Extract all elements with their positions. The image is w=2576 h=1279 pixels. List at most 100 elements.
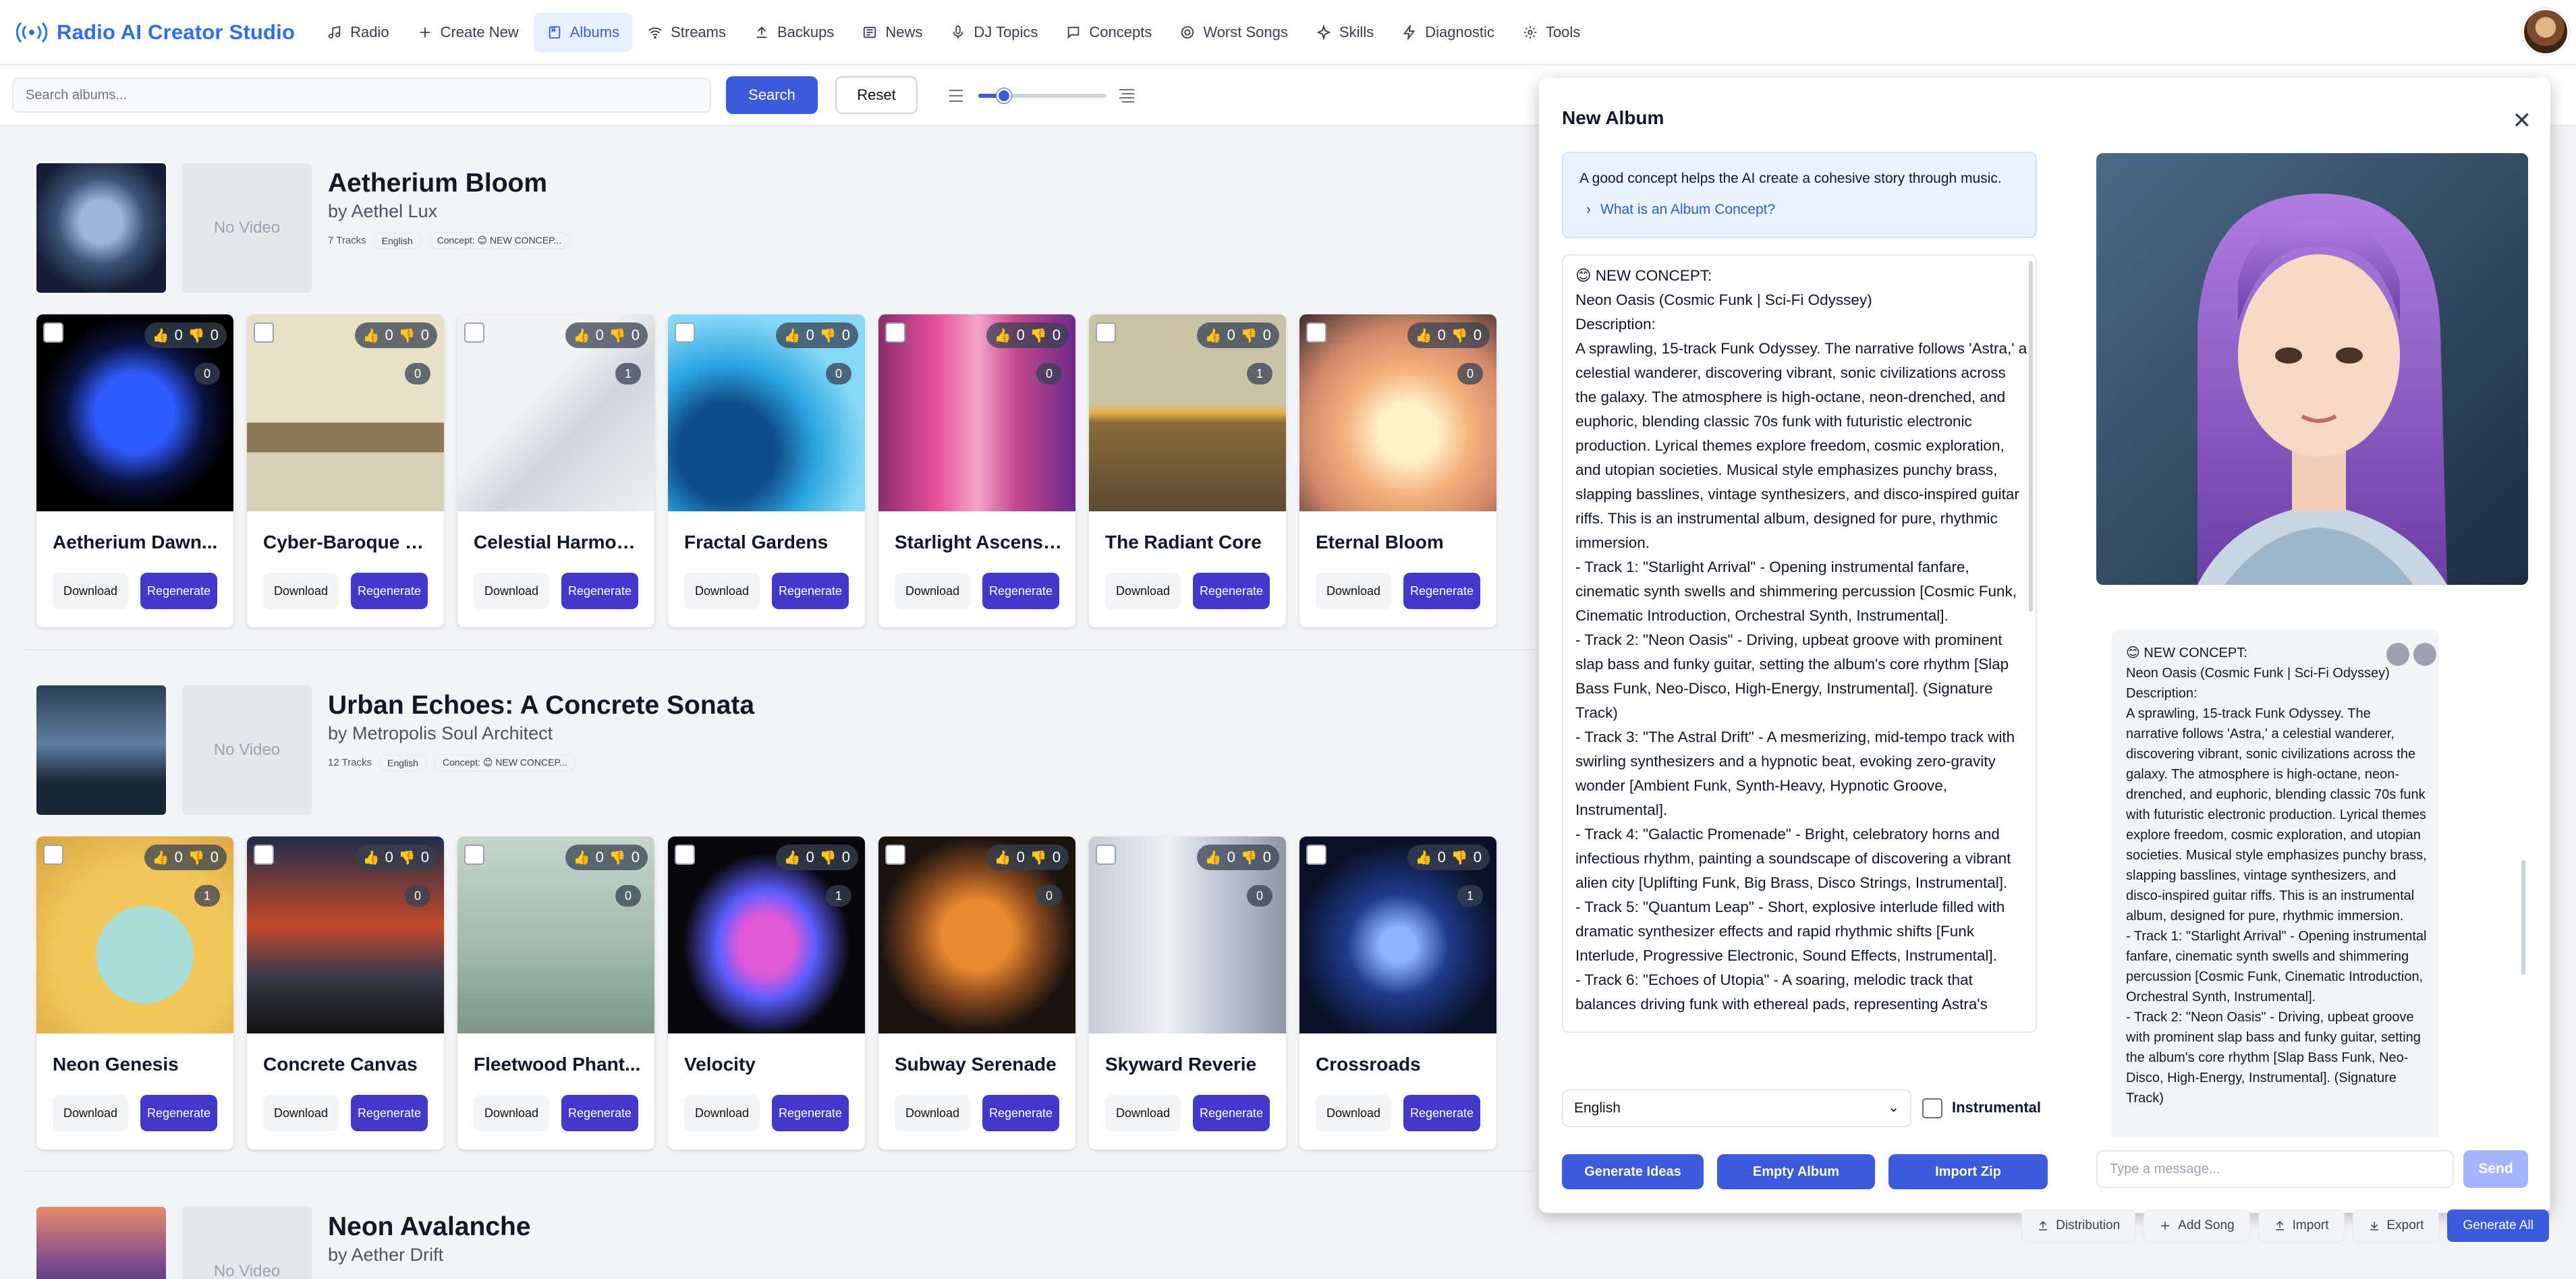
download-button[interactable]: Download: [1105, 1095, 1181, 1131]
track-card[interactable]: 👍 0 👎 0 1 The Radiant Core Download Regenerate: [1089, 314, 1286, 627]
export-button[interactable]: Export: [2352, 1210, 2440, 1242]
thumbs-down-icon[interactable]: 👎: [1241, 327, 1258, 344]
download-button[interactable]: Download: [53, 1095, 128, 1131]
album-cover[interactable]: [36, 1207, 166, 1279]
download-button[interactable]: Download: [1316, 1095, 1391, 1131]
download-button[interactable]: Download: [263, 573, 339, 609]
track-card[interactable]: 👍 0 👎 0 1 Velocity Download Regenerate: [668, 836, 865, 1149]
thumbs-down-icon[interactable]: 👎: [1451, 327, 1468, 344]
thumbs-up-icon[interactable]: 👍: [1205, 849, 1222, 866]
nav-item-backups[interactable]: Backups: [741, 13, 847, 52]
track-card[interactable]: 👍 0 👎 0 0 Starlight Ascension Download Regenera…: [878, 314, 1075, 627]
download-button[interactable]: Download: [684, 1095, 760, 1131]
track-select-checkbox[interactable]: [1096, 322, 1116, 343]
thumbs-up-icon[interactable]: 👍: [784, 849, 801, 866]
copy-icon[interactable]: [2386, 643, 2409, 666]
regenerate-button[interactable]: Regenerate: [1193, 1095, 1270, 1131]
generate-ideas-button[interactable]: Generate Ideas: [1562, 1154, 1704, 1189]
album-title[interactable]: Neon Avalanche: [328, 1212, 531, 1242]
avatar[interactable]: [2522, 8, 2569, 55]
chat-input[interactable]: Type a message...: [2096, 1150, 2454, 1188]
track-card[interactable]: 👍 0 👎 0 1 Celestial Harmonia Download Regenerat…: [457, 314, 654, 627]
track-select-checkbox[interactable]: [675, 845, 695, 865]
thumbs-down-icon[interactable]: 👎: [188, 849, 205, 866]
empty-album-button[interactable]: Empty Album: [1717, 1154, 1875, 1189]
concept-help-link[interactable]: › What is an Album Concept?: [1586, 202, 1775, 218]
download-button[interactable]: Download: [474, 573, 549, 609]
track-card[interactable]: 👍 0 👎 0 0 Fractal Gardens Download Regenerate: [668, 314, 865, 627]
thumbs-up-icon[interactable]: 👍: [995, 327, 1011, 344]
thumbs-up-icon[interactable]: 👍: [573, 327, 590, 344]
search-button[interactable]: Search: [726, 76, 818, 114]
regenerate-button[interactable]: Regenerate: [140, 1095, 217, 1131]
thumbs-down-icon[interactable]: 👎: [399, 849, 416, 866]
track-card[interactable]: 👍 0 👎 0 0 Aetherium Dawn... Download Regenerate: [36, 314, 233, 627]
send-button[interactable]: Send: [2463, 1150, 2528, 1188]
thumbs-up-icon[interactable]: 👍: [1416, 327, 1432, 344]
add-song-button[interactable]: Add Song: [2144, 1210, 2250, 1242]
nav-item-dj-topics[interactable]: DJ Topics: [937, 13, 1051, 52]
instrumental-checkbox[interactable]: [1922, 1098, 1942, 1118]
track-card[interactable]: 👍 0 👎 0 0 Subway Serenade Download Regenerate: [878, 836, 1075, 1149]
brand[interactable]: Radio AI Creator Studio: [16, 20, 295, 45]
nav-item-worst-songs[interactable]: Worst Songs: [1167, 13, 1301, 52]
download-button[interactable]: Download: [53, 573, 128, 609]
track-select-checkbox[interactable]: [43, 322, 63, 343]
download-button[interactable]: Download: [1316, 573, 1391, 609]
nav-item-concepts[interactable]: Concepts: [1053, 13, 1165, 52]
generate-all-button[interactable]: Generate All: [2447, 1210, 2549, 1242]
thumbs-down-icon[interactable]: 👎: [820, 849, 837, 866]
nav-item-diagnostic[interactable]: Diagnostic: [1389, 13, 1508, 52]
track-card[interactable]: 👍 0 👎 0 0 Concrete Canvas Download Regenerate: [247, 836, 444, 1149]
reset-button[interactable]: Reset: [835, 76, 918, 114]
album-title[interactable]: Urban Echoes: A Concrete Sonata: [328, 691, 754, 720]
distribution-button[interactable]: Distribution: [2021, 1210, 2136, 1242]
regenerate-button[interactable]: Regenerate: [351, 1095, 428, 1131]
concept-badge[interactable]: Concept: 😊 NEW CONCEP...: [428, 232, 571, 249]
track-select-checkbox[interactable]: [1306, 322, 1326, 343]
thumbs-up-icon[interactable]: 👍: [573, 849, 590, 866]
track-select-checkbox[interactable]: [1096, 845, 1116, 865]
list-compact-icon[interactable]: [948, 88, 964, 103]
import-button[interactable]: Import: [2258, 1210, 2345, 1242]
track-card[interactable]: 👍 0 👎 0 1 Crossroads Download Regenerate: [1299, 836, 1496, 1149]
regenerate-button[interactable]: Regenerate: [351, 573, 428, 609]
track-select-checkbox[interactable]: [254, 845, 274, 865]
regenerate-button[interactable]: Regenerate: [982, 573, 1059, 609]
thumbs-down-icon[interactable]: 👎: [609, 849, 626, 866]
concept-textarea[interactable]: 😊 NEW CONCEPT: Neon Oasis (Cosmic Funk |…: [1562, 254, 2037, 1033]
regenerate-button[interactable]: Regenerate: [1403, 573, 1480, 609]
download-button[interactable]: Download: [1105, 573, 1181, 609]
track-select-checkbox[interactable]: [254, 322, 274, 343]
thumbs-up-icon[interactable]: 👍: [363, 327, 380, 344]
regenerate-button[interactable]: Regenerate: [1403, 1095, 1480, 1131]
chat-scrollbar[interactable]: [2521, 860, 2525, 975]
thumbs-down-icon[interactable]: 👎: [1030, 327, 1047, 344]
track-card[interactable]: 👍 0 👎 0 0 Fleetwood Phant... Download Regenerat…: [457, 836, 654, 1149]
thumbs-down-icon[interactable]: 👎: [1451, 849, 1468, 866]
track-card[interactable]: 👍 0 👎 0 0 Skyward Reverie Download Regenerate: [1089, 836, 1286, 1149]
track-card[interactable]: 👍 0 👎 0 0 Cyber-Baroque C... Download Regenerat…: [247, 314, 444, 627]
track-select-checkbox[interactable]: [675, 322, 695, 343]
album-cover[interactable]: [36, 163, 166, 293]
track-select-checkbox[interactable]: [1306, 845, 1326, 865]
track-card[interactable]: 👍 0 👎 0 1 Neon Genesis Download Regenerate: [36, 836, 233, 1149]
thumbs-up-icon[interactable]: 👍: [152, 849, 169, 866]
track-select-checkbox[interactable]: [43, 845, 63, 865]
search-input[interactable]: [12, 78, 711, 113]
download-button[interactable]: Download: [684, 573, 760, 609]
regenerate-button[interactable]: Regenerate: [561, 1095, 638, 1131]
track-select-checkbox[interactable]: [464, 322, 484, 343]
thumbs-up-icon[interactable]: 👍: [995, 849, 1011, 866]
album-cover[interactable]: [36, 685, 166, 815]
thumbs-down-icon[interactable]: 👎: [609, 327, 626, 344]
regenerate-button[interactable]: Regenerate: [772, 573, 849, 609]
nav-item-skills[interactable]: Skills: [1303, 13, 1387, 52]
track-card[interactable]: 👍 0 👎 0 0 Eternal Bloom Download Regenerate: [1299, 314, 1496, 627]
language-select[interactable]: English ⌄: [1562, 1089, 1911, 1127]
thumbs-down-icon[interactable]: 👎: [1241, 849, 1258, 866]
concept-badge[interactable]: Concept: 😊 NEW CONCEP...: [433, 754, 576, 771]
thumbs-down-icon[interactable]: 👎: [399, 327, 416, 344]
nav-item-create-new[interactable]: Create New: [404, 13, 532, 52]
track-select-checkbox[interactable]: [464, 845, 484, 865]
